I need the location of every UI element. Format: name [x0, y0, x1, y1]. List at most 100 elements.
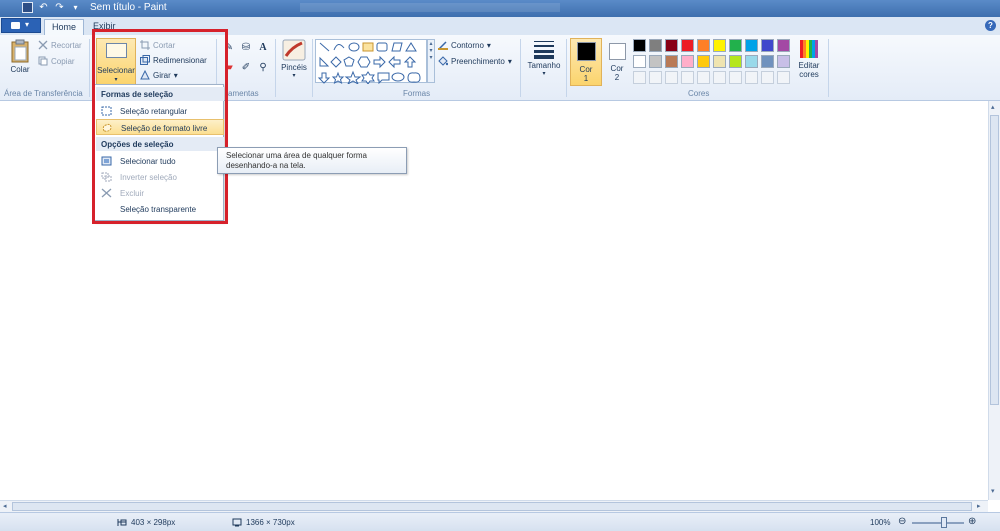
help-icon[interactable]: ? — [985, 20, 996, 31]
oval-shape-icon — [348, 42, 360, 52]
custom-color-slot[interactable] — [761, 71, 774, 84]
right-triangle-shape-icon — [319, 56, 330, 67]
horizontal-scroll-thumb[interactable] — [12, 502, 972, 511]
scroll-left-icon[interactable]: ◂ — [3, 502, 7, 510]
group-separator — [520, 39, 521, 97]
zoom-in-icon[interactable]: ⊕ — [968, 516, 976, 527]
copy-icon — [38, 56, 48, 66]
group-separator — [89, 39, 90, 97]
scissors-icon — [38, 40, 48, 50]
magnifier-icon[interactable]: ⚲ — [256, 61, 270, 75]
zoom-out-icon[interactable]: ⊖ — [898, 516, 906, 527]
window-title: Sem título - Paint — [90, 2, 167, 13]
custom-color-slot[interactable] — [713, 71, 726, 84]
palette-swatch[interactable] — [633, 39, 646, 52]
redo-icon[interactable]: ↷ — [54, 2, 65, 13]
palette-swatch[interactable] — [681, 55, 694, 68]
shapes-scroll[interactable]: ▴ ▾ ▾ — [427, 39, 435, 83]
undo-icon[interactable]: ↶ — [38, 2, 49, 13]
edit-colors-label: Editar cores — [798, 61, 820, 79]
save-icon[interactable] — [22, 2, 33, 13]
palette-swatch[interactable] — [761, 39, 774, 52]
clipboard-group-label: Área de Transferência — [4, 89, 83, 98]
palette-swatch[interactable] — [697, 55, 710, 68]
group-separator — [828, 39, 829, 97]
edit-colors-button[interactable]: Editar cores — [795, 39, 823, 85]
cut-button[interactable]: Recortar — [38, 40, 82, 50]
star4-shape-icon — [331, 71, 345, 85]
tab-home[interactable]: Home — [44, 19, 85, 35]
scroll-up-icon[interactable]: ▴ — [991, 103, 995, 111]
palette-swatch[interactable] — [761, 55, 774, 68]
chevron-down-icon: ▾ — [542, 71, 546, 77]
arrow-right-shape-icon — [373, 55, 386, 69]
palette-swatch[interactable] — [649, 55, 662, 68]
text-tool-icon[interactable]: A — [256, 41, 270, 55]
scroll-right-icon[interactable]: ▸ — [977, 502, 981, 510]
palette-swatch[interactable] — [665, 55, 678, 68]
custom-color-slot[interactable] — [729, 71, 742, 84]
custom-color-slot[interactable] — [777, 71, 790, 84]
outline-button[interactable]: Contorno ▾ — [438, 40, 491, 50]
custom-color-slot[interactable] — [745, 71, 758, 84]
palette-swatch[interactable] — [681, 39, 694, 52]
paste-button[interactable]: Colar — [6, 39, 34, 85]
fill-button[interactable]: Preenchimento ▾ — [438, 56, 512, 66]
copy-button[interactable]: Copiar — [38, 56, 75, 66]
palette-swatch[interactable] — [713, 39, 726, 52]
chevron-down-icon: ▾ — [292, 73, 296, 79]
rounded-rect-shape-icon — [376, 42, 388, 52]
palette-swatch[interactable] — [649, 39, 662, 52]
size-label: Tamanho — [527, 61, 561, 70]
color-wheel-icon — [800, 40, 818, 58]
custom-color-slot[interactable] — [633, 71, 646, 84]
red-highlight-box — [92, 29, 228, 224]
color1-label: Cor 1 — [579, 65, 593, 83]
vertical-scrollbar[interactable]: ▴ ▾ — [988, 101, 1000, 500]
star6-shape-icon — [361, 71, 375, 85]
custom-color-slot[interactable] — [697, 71, 710, 84]
quick-access-toolbar: ↶ ↷ ▾ — [22, 2, 81, 13]
color1-button[interactable]: Cor 1 — [570, 38, 602, 86]
paint-menu-icon — [11, 22, 20, 29]
custom-color-slot[interactable] — [649, 71, 662, 84]
group-separator — [566, 39, 567, 97]
color2-label: Cor 2 — [610, 64, 624, 82]
palette-swatch[interactable] — [777, 55, 790, 68]
zoom-level: 100% — [870, 518, 891, 527]
paint-menu-button[interactable]: ▾ — [1, 18, 41, 33]
fill-bucket-icon[interactable]: ⛁ — [239, 41, 253, 55]
shapes-gallery[interactable] — [315, 39, 427, 86]
custom-color-slot[interactable] — [665, 71, 678, 84]
outline-label: Contorno — [451, 40, 484, 50]
custom-color-slot[interactable] — [681, 71, 694, 84]
palette-swatch[interactable] — [665, 39, 678, 52]
brushes-button[interactable]: Pincéis ▾ — [279, 39, 309, 85]
triangle-shape-icon — [405, 42, 417, 52]
vertical-scroll-thumb[interactable] — [990, 115, 999, 405]
clipboard-icon — [11, 39, 29, 63]
scroll-down-icon[interactable]: ▾ — [991, 487, 995, 495]
tools-group-label: amentas — [228, 89, 259, 98]
palette-swatch[interactable] — [777, 39, 790, 52]
callout-cloud-shape-icon — [407, 72, 421, 83]
zoom-slider[interactable] — [912, 522, 964, 524]
arrow-down-shape-icon — [317, 72, 331, 84]
palette-swatch[interactable] — [697, 39, 710, 52]
palette-swatch[interactable] — [745, 39, 758, 52]
fill-label: Preenchimento — [451, 56, 505, 66]
color-picker-icon[interactable]: ✐ — [239, 61, 253, 75]
palette-swatch[interactable] — [633, 55, 646, 68]
size-button[interactable]: Tamanho ▾ — [525, 39, 563, 85]
paste-label: Colar — [10, 65, 30, 74]
zoom-slider-knob[interactable] — [941, 517, 947, 528]
palette-swatch[interactable] — [713, 55, 726, 68]
rectangle-shape-icon — [362, 42, 374, 52]
palette-swatch[interactable] — [745, 55, 758, 68]
palette-swatch[interactable] — [729, 39, 742, 52]
pentagon-shape-icon — [343, 56, 355, 67]
horizontal-scrollbar[interactable]: ◂ ▸ — [0, 500, 988, 512]
customize-toolbar-icon[interactable]: ▾ — [70, 2, 81, 13]
color2-button[interactable]: Cor 2 — [606, 38, 628, 86]
palette-swatch[interactable] — [729, 55, 742, 68]
